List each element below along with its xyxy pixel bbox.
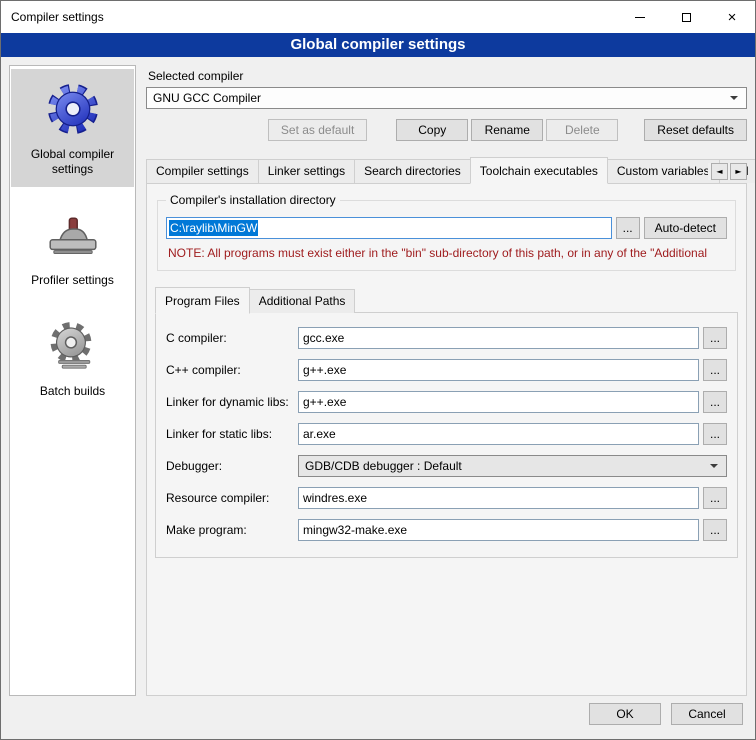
arrow-left-icon: ◄ [716, 167, 722, 176]
minimize-icon [635, 17, 645, 18]
settings-tabstrip: Compiler settings Linker settings Search… [146, 157, 747, 183]
bin-subdirectory-note: NOTE: All programs must exist either in … [168, 246, 725, 260]
selected-compiler-label: Selected compiler [148, 69, 747, 83]
installation-directory-legend: Compiler's installation directory [166, 193, 340, 207]
cancel-button[interactable]: Cancel [671, 703, 743, 725]
close-icon: × [728, 9, 737, 26]
make-program-input[interactable] [298, 519, 699, 541]
sidebar-item-label: Global compiler settings [15, 147, 130, 177]
window-controls: × [617, 1, 755, 33]
browse-cpp-compiler-button[interactable]: ... [703, 359, 727, 381]
compiler-actions: Set as default Copy Rename Delete Reset … [146, 119, 747, 141]
maximize-icon [682, 13, 691, 22]
gray-gear-icon [41, 314, 105, 378]
selected-compiler-dropdown[interactable]: GNU GCC Compiler [146, 87, 747, 109]
toolchain-executables-panel: Compiler's installation directory C:\ray… [146, 183, 747, 696]
sidebar-item-label: Profiler settings [31, 273, 114, 288]
compiler-settings-window: Compiler settings × Global compiler sett… [0, 0, 756, 740]
page-title: Global compiler settings [1, 33, 755, 57]
c-compiler-label: C compiler: [166, 331, 294, 345]
delete-button[interactable]: Delete [546, 119, 618, 141]
installation-directory-group: Compiler's installation directory C:\ray… [157, 200, 736, 271]
sidebar-item-profiler-settings[interactable]: Profiler settings [11, 195, 134, 298]
resource-compiler-input[interactable] [298, 487, 699, 509]
subtab-program-files[interactable]: Program Files [155, 287, 250, 314]
sidebar: Global compiler settings Profiler settin… [9, 65, 136, 696]
tab-linker-settings[interactable]: Linker settings [258, 159, 355, 183]
browse-install-dir-button[interactable]: ... [616, 217, 640, 239]
arrow-right-icon: ► [735, 167, 741, 176]
tab-custom-variables[interactable]: Custom variables [607, 159, 720, 183]
browse-make-program-button[interactable]: ... [703, 519, 727, 541]
ok-button[interactable]: OK [589, 703, 661, 725]
window-title: Compiler settings [1, 10, 104, 24]
copy-button[interactable]: Copy [396, 119, 468, 141]
tab-scrollers: ◄ ► [708, 163, 747, 180]
browse-c-compiler-button[interactable]: ... [703, 327, 727, 349]
dynamic-linker-label: Linker for dynamic libs: [166, 395, 294, 409]
tab-compiler-settings[interactable]: Compiler settings [146, 159, 259, 183]
cpp-compiler-label: C++ compiler: [166, 363, 294, 377]
tab-search-directories[interactable]: Search directories [354, 159, 471, 183]
tab-scroll-left-button[interactable]: ◄ [711, 163, 728, 180]
set-as-default-button[interactable]: Set as default [268, 119, 367, 141]
debugger-dropdown[interactable]: GDB/CDB debugger : Default [298, 455, 727, 477]
sidebar-item-batch-builds[interactable]: Batch builds [11, 306, 134, 409]
static-linker-label: Linker for static libs: [166, 427, 294, 441]
main-panel: Selected compiler GNU GCC Compiler Set a… [146, 65, 747, 696]
resource-compiler-label: Resource compiler: [166, 491, 294, 505]
dialog-footer: OK Cancel [1, 696, 755, 739]
blue-gear-icon [41, 77, 105, 141]
sidebar-item-label: Batch builds [40, 384, 105, 399]
static-linker-input[interactable] [298, 423, 699, 445]
minimize-button[interactable] [617, 1, 663, 33]
reset-defaults-button[interactable]: Reset defaults [644, 119, 747, 141]
browse-resource-compiler-button[interactable]: ... [703, 487, 727, 509]
program-files-tabstrip: Program Files Additional Paths [155, 287, 738, 313]
sidebar-item-global-compiler-settings[interactable]: Global compiler settings [11, 69, 134, 187]
tab-toolchain-executables[interactable]: Toolchain executables [470, 157, 608, 184]
dynamic-linker-input[interactable] [298, 391, 699, 413]
debugger-label: Debugger: [166, 459, 294, 473]
make-program-label: Make program: [166, 523, 294, 537]
cpp-compiler-input[interactable] [298, 359, 699, 381]
profiler-tool-icon [41, 203, 105, 267]
tab-scroll-right-button[interactable]: ► [730, 163, 747, 180]
selected-text: C:\raylib\MinGW [169, 220, 258, 236]
auto-detect-button[interactable]: Auto-detect [644, 217, 727, 239]
close-button[interactable]: × [709, 1, 755, 33]
subtab-additional-paths[interactable]: Additional Paths [249, 289, 356, 313]
browse-dynamic-linker-button[interactable]: ... [703, 391, 727, 413]
browse-static-linker-button[interactable]: ... [703, 423, 727, 445]
maximize-button[interactable] [663, 1, 709, 33]
program-files-panel: C compiler: ... C++ compiler: ... Linker… [155, 312, 738, 558]
rename-button[interactable]: Rename [471, 119, 543, 141]
installation-directory-input[interactable]: C:\raylib\MinGW [166, 217, 612, 239]
c-compiler-input[interactable] [298, 327, 699, 349]
titlebar[interactable]: Compiler settings × [1, 1, 755, 33]
